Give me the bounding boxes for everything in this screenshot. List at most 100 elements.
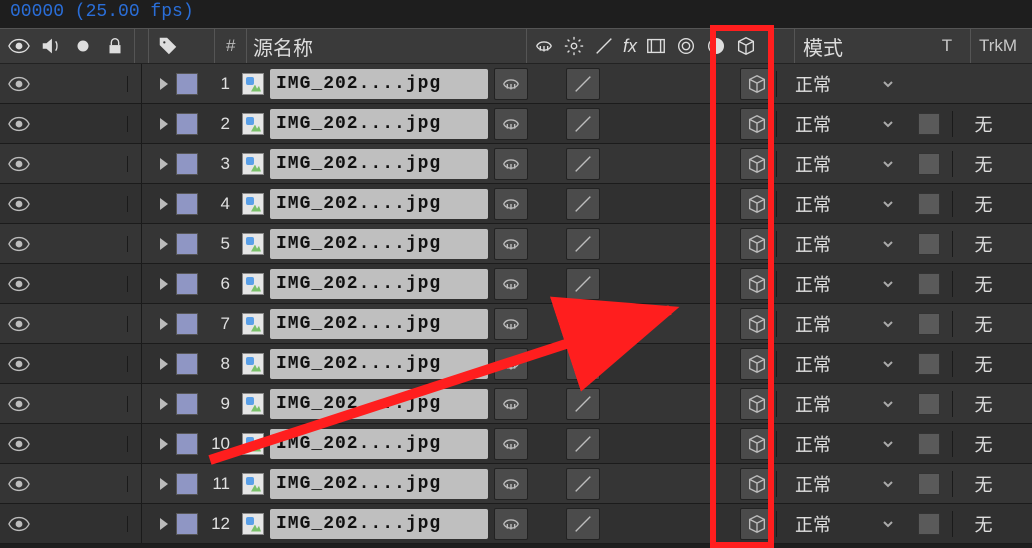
- label-color-cell[interactable]: [128, 464, 142, 503]
- quality-toggle[interactable]: [566, 348, 600, 380]
- collapse-toggle[interactable]: [530, 388, 564, 420]
- source-name[interactable]: IMG_202....jpg: [270, 309, 488, 339]
- fx-toggle[interactable]: [602, 108, 636, 140]
- eye-icon[interactable]: [8, 76, 30, 92]
- quality-toggle[interactable]: [566, 388, 600, 420]
- label-color-cell[interactable]: [128, 264, 142, 303]
- color-chip[interactable]: [172, 353, 202, 375]
- eye-icon[interactable]: [8, 276, 30, 292]
- blend-mode-dropdown[interactable]: 正常: [776, 431, 906, 457]
- frame-blend-toggle[interactable]: [636, 148, 670, 180]
- cube-3d-toggle[interactable]: [740, 428, 774, 460]
- quality-toggle[interactable]: [566, 428, 600, 460]
- eye-icon[interactable]: [8, 476, 30, 492]
- shy-toggle[interactable]: [494, 268, 528, 300]
- twirl-arrow[interactable]: [142, 198, 172, 210]
- lock-icon[interactable]: [104, 35, 126, 57]
- fx-toggle[interactable]: [602, 148, 636, 180]
- track-matte-dropdown[interactable]: 无: [952, 431, 1014, 457]
- fx-toggle[interactable]: [602, 388, 636, 420]
- blend-mode-dropdown[interactable]: 正常: [776, 311, 906, 337]
- cube-3d-toggle[interactable]: [740, 388, 774, 420]
- motion-blur-toggle[interactable]: [670, 68, 704, 100]
- shy-toggle[interactable]: [494, 228, 528, 260]
- quality-toggle[interactable]: [566, 228, 600, 260]
- eye-icon[interactable]: [8, 116, 30, 132]
- color-chip[interactable]: [172, 113, 202, 135]
- fx-toggle[interactable]: [602, 68, 636, 100]
- label-color-cell[interactable]: [128, 64, 142, 103]
- track-matte-dropdown[interactable]: 无: [952, 391, 1014, 417]
- twirl-arrow[interactable]: [142, 358, 172, 370]
- source-name[interactable]: IMG_202....jpg: [270, 469, 488, 499]
- color-chip[interactable]: [172, 193, 202, 215]
- track-matte-dropdown[interactable]: 无: [952, 111, 1014, 137]
- frame-blend-toggle[interactable]: [636, 508, 670, 540]
- twirl-arrow[interactable]: [142, 438, 172, 450]
- adjustment-toggle[interactable]: [704, 228, 738, 260]
- color-chip[interactable]: [172, 233, 202, 255]
- shy-toggle[interactable]: [494, 388, 528, 420]
- twirl-arrow[interactable]: [142, 238, 172, 250]
- adjustment-toggle[interactable]: [704, 148, 738, 180]
- source-name[interactable]: IMG_202....jpg: [270, 389, 488, 419]
- label-color-cell[interactable]: [128, 184, 142, 223]
- blend-mode-dropdown[interactable]: 正常: [776, 471, 906, 497]
- motion-blur-toggle[interactable]: [670, 428, 704, 460]
- adjustment-toggle[interactable]: [704, 468, 738, 500]
- frame-blend-toggle[interactable]: [636, 268, 670, 300]
- frame-blend-toggle[interactable]: [636, 188, 670, 220]
- layer-row[interactable]: 7 IMG_202....jpg 正常 无: [0, 304, 1032, 344]
- label-color-cell[interactable]: [128, 424, 142, 463]
- preserve-transparency-toggle[interactable]: [906, 233, 952, 255]
- collapse-toggle[interactable]: [530, 468, 564, 500]
- twirl-arrow[interactable]: [142, 318, 172, 330]
- adjustment-toggle[interactable]: [704, 108, 738, 140]
- shy-toggle[interactable]: [494, 508, 528, 540]
- twirl-arrow[interactable]: [142, 278, 172, 290]
- cube-3d-toggle[interactable]: [740, 108, 774, 140]
- fx-toggle[interactable]: [602, 468, 636, 500]
- preserve-transparency-toggle[interactable]: [906, 433, 952, 455]
- track-matte-dropdown[interactable]: 无: [952, 231, 1014, 257]
- source-name[interactable]: IMG_202....jpg: [270, 149, 488, 179]
- preserve-transparency-toggle[interactable]: [906, 193, 952, 215]
- motion-blur-toggle[interactable]: [670, 388, 704, 420]
- color-chip[interactable]: [172, 513, 202, 535]
- frame-blend-toggle[interactable]: [636, 68, 670, 100]
- track-matte-dropdown[interactable]: 无: [952, 471, 1014, 497]
- track-matte-dropdown[interactable]: 无: [952, 311, 1014, 337]
- source-name[interactable]: IMG_202....jpg: [270, 349, 488, 379]
- source-name[interactable]: IMG_202....jpg: [270, 269, 488, 299]
- motion-blur-toggle[interactable]: [670, 108, 704, 140]
- motion-blur-toggle[interactable]: [670, 188, 704, 220]
- speaker-icon[interactable]: [40, 35, 62, 57]
- label-color-cell[interactable]: [128, 384, 142, 423]
- eye-icon[interactable]: [8, 396, 30, 412]
- cube-3d-toggle[interactable]: [740, 188, 774, 220]
- shy-toggle[interactable]: [494, 108, 528, 140]
- preserve-transparency-toggle[interactable]: [906, 313, 952, 335]
- cube-3d-toggle[interactable]: [740, 268, 774, 300]
- collapse-toggle[interactable]: [530, 188, 564, 220]
- color-chip[interactable]: [172, 393, 202, 415]
- track-matte-dropdown[interactable]: 无: [952, 151, 1014, 177]
- tag-icon[interactable]: [157, 35, 179, 57]
- source-name[interactable]: IMG_202....jpg: [270, 189, 488, 219]
- shy-toggle[interactable]: [494, 348, 528, 380]
- source-name[interactable]: IMG_202....jpg: [270, 509, 488, 539]
- frame-blend-toggle[interactable]: [636, 468, 670, 500]
- motion-blur-toggle[interactable]: [670, 268, 704, 300]
- adjustment-toggle[interactable]: [704, 388, 738, 420]
- color-chip[interactable]: [172, 153, 202, 175]
- twirl-arrow[interactable]: [142, 518, 172, 530]
- blend-mode-dropdown[interactable]: 正常: [776, 511, 906, 537]
- shy-toggle[interactable]: [494, 68, 528, 100]
- mode-header[interactable]: 模式: [803, 32, 843, 61]
- blend-mode-dropdown[interactable]: 正常: [776, 391, 906, 417]
- collapse-toggle[interactable]: [530, 108, 564, 140]
- frame-blend-toggle[interactable]: [636, 108, 670, 140]
- label-color-cell[interactable]: [128, 344, 142, 383]
- cube-3d-toggle[interactable]: [740, 308, 774, 340]
- layer-row[interactable]: 4 IMG_202....jpg 正常 无: [0, 184, 1032, 224]
